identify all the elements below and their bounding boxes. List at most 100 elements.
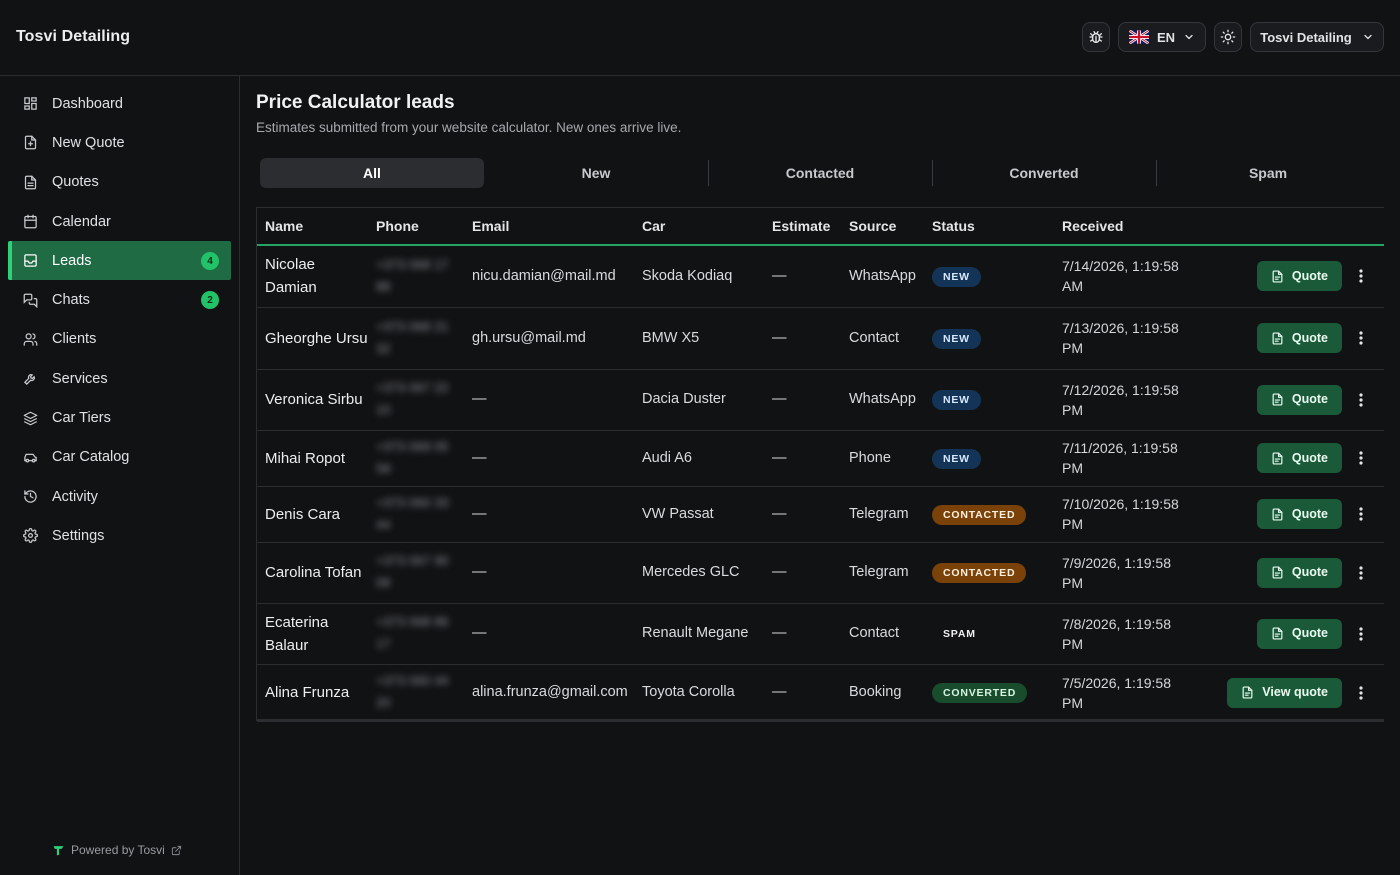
- sidebar-item-label: Calendar: [52, 213, 111, 230]
- quote-button[interactable]: View quote: [1227, 677, 1342, 708]
- table-row[interactable]: Mihai Ropot +373 069 05 58 — Audi A6 — P…: [257, 430, 1384, 486]
- sidebar-item-car-tiers[interactable]: Car Tiers: [8, 398, 231, 437]
- sidebar-item-settings[interactable]: Settings: [8, 516, 231, 555]
- column-header-received[interactable]: Received: [1054, 208, 1184, 245]
- lead-received: 7/5/2026, 1:19:58 PM: [1062, 674, 1171, 711]
- sidebar-item-label: Leads: [52, 252, 92, 269]
- powered-by-link[interactable]: Powered by Tosvi: [52, 843, 182, 857]
- column-header-estimate[interactable]: Estimate: [764, 208, 841, 245]
- quote-button[interactable]: Quote: [1256, 384, 1342, 415]
- lead-received: 7/12/2026, 1:19:58 PM: [1062, 381, 1179, 418]
- lead-source: Telegram: [849, 564, 909, 580]
- quote-button[interactable]: Quote: [1256, 557, 1342, 588]
- more-actions-button[interactable]: [1352, 449, 1370, 467]
- language-label: EN: [1156, 29, 1176, 45]
- lead-car: BMW X5: [642, 329, 700, 346]
- kebab-menu-icon: [1359, 451, 1363, 465]
- sidebar-item-chats[interactable]: Chats 2: [8, 280, 231, 319]
- lead-received: 7/8/2026, 1:19:58 PM: [1062, 615, 1171, 652]
- file-plus-icon: [22, 135, 38, 151]
- table-row[interactable]: Gheorghe Ursu +373 068 21 32 gh.ursu@mai…: [257, 307, 1384, 369]
- column-header-email[interactable]: Email: [464, 208, 634, 245]
- lead-email: nicu.damian@mail.md: [472, 267, 616, 284]
- more-actions-button[interactable]: [1352, 625, 1370, 643]
- more-actions-button[interactable]: [1352, 267, 1370, 285]
- lead-phone: +373 068 86 17: [368, 603, 464, 664]
- kebab-menu-icon: [1359, 392, 1363, 407]
- more-actions-button[interactable]: [1352, 329, 1370, 347]
- sidebar-item-label: Car Catalog: [52, 449, 130, 466]
- page-title: Price Calculator leads: [256, 92, 455, 113]
- sidebar-item-leads[interactable]: Leads 4: [8, 241, 231, 281]
- quote-button[interactable]: Quote: [1256, 618, 1342, 649]
- brand-name[interactable]: Tosvi Detailing: [16, 28, 130, 46]
- kebab-menu-icon: [1359, 507, 1363, 521]
- more-actions-button[interactable]: [1352, 505, 1370, 523]
- more-actions-button[interactable]: [1352, 391, 1370, 409]
- top-header: Tosvi Detailing EN Tosvi Detailing: [0, 0, 1400, 76]
- lead-phone: +373 067 22 10: [368, 369, 464, 430]
- tab-spam[interactable]: Spam: [1156, 158, 1380, 188]
- lead-status: NEW: [924, 245, 1054, 307]
- lead-estimate: —: [772, 329, 787, 346]
- account-menu-button[interactable]: Tosvi Detailing: [1250, 22, 1384, 52]
- table-row[interactable]: Ecaterina Balaur +373 068 86 17 — Renaul…: [257, 603, 1384, 664]
- sidebar-item-new-quote[interactable]: New Quote: [8, 123, 231, 162]
- status-badge: NEW: [932, 328, 981, 349]
- lead-source: WhatsApp: [849, 391, 916, 407]
- sidebar-item-calendar[interactable]: Calendar: [8, 202, 231, 241]
- status-badge: CONTACTED: [932, 563, 1027, 583]
- column-header-car[interactable]: Car: [634, 208, 764, 245]
- quote-button[interactable]: Quote: [1256, 323, 1342, 353]
- table-row[interactable]: Denis Cara +373 060 33 44 — VW Passat — …: [257, 486, 1384, 542]
- bug-report-button[interactable]: [1082, 22, 1110, 52]
- sidebar-item-dashboard[interactable]: Dashboard: [8, 84, 231, 123]
- lead-phone: +373 060 44 20: [368, 664, 464, 721]
- table-row[interactable]: Carolina Tofan +373 067 90 08 — Mercedes…: [257, 542, 1384, 603]
- lead-source: Phone: [849, 449, 891, 466]
- sidebar-item-quotes[interactable]: Quotes: [8, 163, 231, 202]
- column-header-name[interactable]: Name: [257, 208, 368, 245]
- sidebar-item-label: Services: [52, 370, 108, 387]
- page-subtitle: Estimates submitted from your website ca…: [256, 120, 682, 135]
- language-select[interactable]: EN: [1118, 22, 1206, 52]
- sidebar-item-activity[interactable]: Activity: [8, 477, 231, 516]
- quote-button[interactable]: Quote: [1256, 261, 1342, 292]
- lead-status: CONTACTED: [924, 542, 1054, 603]
- lead-email: alina.frunza@gmail.com: [472, 684, 628, 700]
- table-row[interactable]: Alina Frunza +373 060 44 20 alina.frunza…: [257, 664, 1384, 721]
- quote-button-label: Quote: [1291, 392, 1328, 406]
- file-text-icon: [1272, 270, 1283, 283]
- lead-car: Skoda Kodiaq: [642, 267, 733, 284]
- table-row[interactable]: Nicolae Damian +373 068 17 88 nicu.damia…: [257, 245, 1384, 307]
- sidebar-item-clients[interactable]: Clients: [8, 320, 231, 359]
- quote-button-label: Quote: [1291, 565, 1328, 579]
- sidebar-item-car-catalog[interactable]: Car Catalog: [8, 438, 231, 477]
- gear-icon: [22, 528, 38, 544]
- quote-button-label: View quote: [1262, 685, 1328, 699]
- more-actions-button[interactable]: [1352, 564, 1370, 582]
- lead-name: Veronica Sirbu: [265, 391, 363, 408]
- column-header-source[interactable]: Source: [841, 208, 924, 245]
- quote-button[interactable]: Quote: [1256, 499, 1342, 529]
- column-header-phone[interactable]: Phone: [368, 208, 464, 245]
- lead-phone: +373 069 05 58: [368, 430, 464, 486]
- quote-button-label: Quote: [1291, 506, 1328, 521]
- quote-button[interactable]: Quote: [1256, 443, 1342, 473]
- sidebar-item-label: Clients: [52, 331, 97, 348]
- tab-contacted[interactable]: Contacted: [708, 158, 932, 188]
- file-text-icon: [1272, 627, 1283, 640]
- lead-phone: +373 067 90 08: [368, 542, 464, 603]
- tab-all[interactable]: All: [260, 158, 484, 188]
- table-row[interactable]: Veronica Sirbu +373 067 22 10 — Dacia Du…: [257, 369, 1384, 430]
- more-actions-button[interactable]: [1352, 684, 1370, 702]
- column-header-status[interactable]: Status: [924, 208, 1054, 245]
- lead-name: Ecaterina Balaur: [265, 613, 329, 654]
- tab-new[interactable]: New: [484, 158, 708, 188]
- tab-converted[interactable]: Converted: [932, 158, 1156, 188]
- lead-car: Dacia Duster: [642, 391, 726, 407]
- sidebar-item-services[interactable]: Services: [8, 359, 231, 398]
- lead-status: SPAM: [924, 603, 1054, 664]
- theme-toggle-button[interactable]: [1214, 22, 1242, 52]
- sidebar-item-label: Settings: [52, 527, 105, 544]
